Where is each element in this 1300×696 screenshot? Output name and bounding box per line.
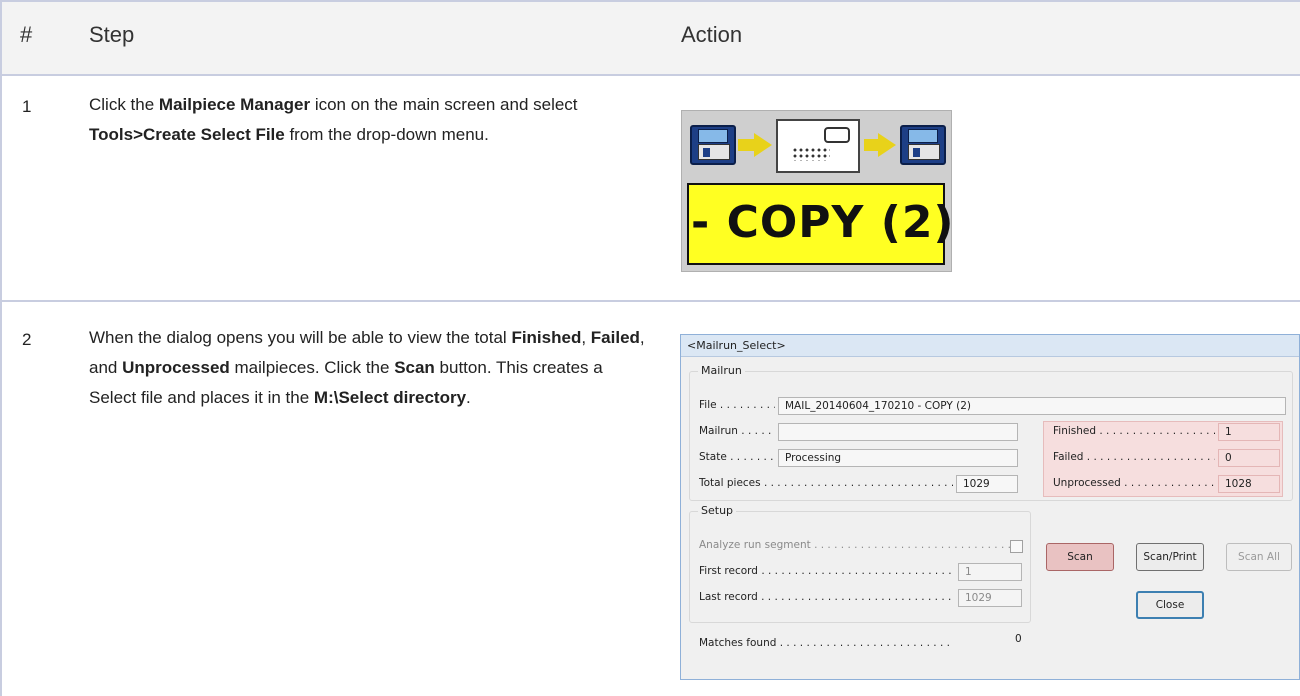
unprocessed-label: Unprocessed . . . . . . . . . . . . . . … — [1053, 477, 1215, 489]
bold-term: M:\Select directory — [313, 388, 467, 407]
bold-term: Finished — [511, 328, 582, 347]
text-run: Click the — [89, 95, 159, 114]
step-description: Click the Mailpiece Manager icon on the … — [89, 90, 649, 150]
state-label: State . . . . . . . . — [699, 451, 775, 463]
dialog-title: <Mailrun_Select> — [681, 335, 1299, 357]
text-run: When the dialog opens you will be able t… — [89, 328, 512, 347]
analyze-segment-label: Analyze run segment . . . . . . . . . . … — [699, 539, 1011, 551]
text-run: , — [581, 328, 591, 347]
group-title: Setup — [698, 504, 737, 517]
header-action: Action — [681, 22, 743, 47]
unprocessed-field[interactable]: 1028 — [1218, 475, 1280, 493]
file-label: File . . . . . . . . . — [699, 399, 775, 411]
floppy-disk-icon — [900, 125, 946, 165]
text-run: . — [466, 388, 471, 407]
bold-term: Failed — [590, 328, 640, 347]
table-left-border — [0, 0, 2, 696]
step-number: 2 — [22, 330, 32, 349]
matches-found-label: Matches found . . . . . . . . . . . . . … — [699, 637, 953, 649]
step-number: 1 — [22, 97, 32, 116]
arrow-right-icon — [754, 133, 772, 157]
scan-print-button[interactable]: Scan/Print — [1136, 543, 1204, 571]
scan-button[interactable]: Scan — [1046, 543, 1114, 571]
group-title: Mailrun — [698, 364, 745, 377]
bold-term: Unprocessed — [122, 358, 230, 377]
analyze-segment-checkbox[interactable] — [1010, 540, 1023, 553]
first-record-field[interactable]: 1 — [958, 563, 1022, 581]
failed-field[interactable]: 0 — [1218, 449, 1280, 467]
bold-term: Scan — [394, 358, 435, 377]
failed-label: Failed . . . . . . . . . . . . . . . . .… — [1053, 451, 1215, 463]
last-record-field[interactable]: 1029 — [958, 589, 1022, 607]
step-description: When the dialog opens you will be able t… — [89, 323, 649, 413]
mailpiece-manager-icon: - COPY (2) — [681, 110, 954, 272]
bold-term: Mailpiece Manager — [158, 95, 311, 114]
mailrun-field[interactable] — [778, 423, 1018, 441]
table-header — [2, 2, 1300, 74]
file-field[interactable]: MAIL_20140604_170210 - COPY (2) — [778, 397, 1286, 415]
arrow-stem — [738, 139, 754, 151]
text-run: icon on the main screen and select — [310, 95, 578, 114]
bold-term: Tools>Create Select File — [89, 125, 285, 144]
header-number: # — [20, 22, 33, 47]
instruction-table: # Step Action 1 Click the Mailpiece Mana… — [0, 0, 1300, 696]
floppy-disk-icon — [690, 125, 736, 165]
text-run: mailpieces. Click the — [229, 358, 395, 377]
total-pieces-label: Total pieces . . . . . . . . . . . . . .… — [699, 477, 953, 489]
mailrun-select-dialog: <Mailrun_Select> Mailrun File . . . . . … — [680, 334, 1300, 680]
header-divider — [0, 74, 1300, 76]
row-divider — [0, 300, 1300, 302]
text-run: from the drop-down menu. — [284, 125, 489, 144]
icon-graphic — [682, 115, 953, 175]
matches-found-value: 0 — [1015, 633, 1022, 645]
close-button[interactable]: Close — [1136, 591, 1204, 619]
arrow-right-icon — [878, 133, 896, 157]
envelope-icon — [776, 119, 860, 173]
finished-label: Finished . . . . . . . . . . . . . . . .… — [1053, 425, 1215, 437]
finished-field[interactable]: 1 — [1218, 423, 1280, 441]
state-field[interactable]: Processing — [778, 449, 1018, 467]
header-step: Step — [89, 22, 135, 47]
scan-all-button[interactable]: Scan All — [1226, 543, 1292, 571]
last-record-label: Last record . . . . . . . . . . . . . . … — [699, 591, 953, 603]
first-record-label: First record . . . . . . . . . . . . . .… — [699, 565, 953, 577]
total-pieces-field[interactable]: 1029 — [956, 475, 1018, 493]
mailrun-label: Mailrun . . . . . . — [699, 425, 775, 437]
copy-caption: - COPY (2) — [687, 183, 954, 265]
